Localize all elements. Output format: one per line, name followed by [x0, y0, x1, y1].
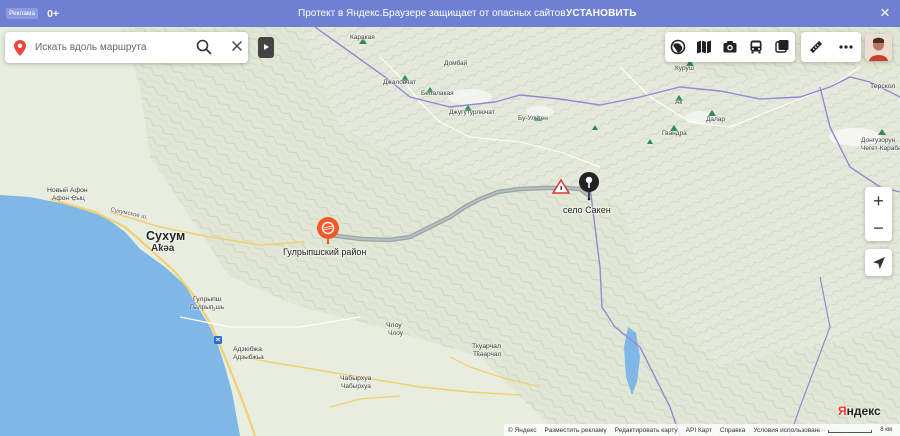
layers-icon [670, 39, 686, 55]
zoom-out-button[interactable]: − [865, 214, 892, 241]
user-avatar-icon [865, 34, 892, 61]
map-label-adzyubzha-abkh: Адзыбжьа [233, 354, 264, 361]
user-avatar[interactable] [865, 34, 892, 61]
route-search-box [5, 32, 248, 63]
logo-first-letter: Я [838, 404, 847, 418]
scale-label: 8 км [880, 427, 892, 433]
map-label-dzhalovchat: Джаловчат [383, 79, 416, 86]
map-label-dombay: Домбай [444, 60, 468, 67]
yandex-maps-app: Реклама 0+ Протект в Яндекс.Браузере защ… [0, 0, 900, 436]
map-label-afon-tsyts: Афон Ҿыц [52, 195, 85, 202]
yandex-logo[interactable]: Яндекс [838, 404, 881, 418]
map-footer: © Яндекс Разместить рекламу Редактироват… [504, 424, 830, 436]
more-icon [839, 45, 853, 49]
transport-button[interactable] [743, 32, 769, 62]
map-label-kurush: Куруш [675, 65, 694, 72]
map-label-dzhuguturlyuchat: Джугутурлючат [449, 109, 495, 116]
map-icon [697, 40, 711, 54]
panorama-button[interactable] [717, 32, 743, 62]
logo-rest: ндекс [846, 404, 881, 418]
promo-banner: Реклама 0+ Протект в Яндекс.Браузере защ… [0, 0, 900, 27]
map-label-sukhum: Сухум [146, 229, 186, 243]
zoom-in-button[interactable]: + [865, 187, 892, 214]
map-label-dalar: Далар [706, 116, 726, 123]
my-location-button[interactable] [865, 249, 892, 276]
map-mode-button[interactable] [691, 32, 717, 62]
map-label-selo-saken: село Сакен [563, 205, 611, 215]
location-arrow-icon [872, 256, 885, 269]
map-base [0, 27, 900, 436]
map-label-cheget: Чегет-Карабаши [861, 145, 900, 152]
map-scale: 8 км [820, 424, 900, 436]
map-label-gulrypsh: Гулрыпш [193, 296, 222, 303]
map-label-terskol: Терскол [870, 83, 896, 90]
age-rating: 0+ [47, 7, 60, 20]
map-toolbar-secondary [801, 32, 861, 62]
footer-terms-link[interactable]: Условия использования [753, 427, 825, 434]
traffic-button[interactable] [769, 32, 795, 62]
traffic-icon [775, 40, 789, 53]
footer-advertise-link[interactable]: Разместить рекламу [544, 427, 606, 434]
panorama-icon [723, 41, 737, 53]
map-label-ak: Ак [675, 99, 683, 106]
footer-api-link[interactable]: API Карт [686, 427, 712, 434]
map-label-chabyrkha: Чабырхуа [340, 375, 372, 382]
footer-edit-map-link[interactable]: Редактировать карту [615, 427, 678, 434]
install-button[interactable]: УСТАНОВИТЬ [566, 8, 637, 19]
map-label-tkuarchal: Ткуарчал [472, 343, 501, 350]
banner-text: Протект в Яндекс.Браузере защищает от оп… [298, 8, 566, 19]
map-label-gulrypsh-abkh: Гылрыҧшь [190, 304, 225, 311]
map-label-akya: Аҟәа [151, 243, 175, 254]
route-search-input[interactable] [35, 38, 185, 57]
map-label-chlou-abkh: Члоу [388, 330, 403, 337]
map-label-adzyubzha: Адзюбжа [233, 346, 262, 353]
ad-tag: Реклама [6, 8, 39, 19]
more-button[interactable] [831, 32, 861, 62]
zoom-controls: + − [865, 187, 892, 241]
map-label-chabyrkha-abkh: Чабырхуа [341, 383, 371, 390]
search-icon[interactable] [196, 39, 212, 55]
map-label-karakaya: Каракая [350, 34, 375, 41]
footer-copyright[interactable]: © Яндекс [508, 427, 536, 434]
map-label-gvandra: Гвандра [662, 130, 687, 137]
map-label-tkuarchal-abkh: Тҟәарчал [473, 351, 502, 358]
banner-close-icon[interactable]: × [880, 4, 890, 21]
map-canvas[interactable]: Каракая Домбай Джаловчат Белалакая Джугу… [0, 27, 900, 436]
map-label-chlou: Члоу [386, 322, 402, 329]
map-label-novy-afon: Новый Афон [47, 187, 88, 194]
ruler-button[interactable] [801, 32, 831, 62]
transport-icon [750, 40, 762, 54]
footer-help-link[interactable]: Справка [720, 427, 746, 434]
map-label-belalakaya: Белалакая [421, 90, 454, 97]
map-label-donguzorun: Донгузорун [861, 137, 896, 144]
map-toolbar [665, 32, 795, 62]
ruler-icon [810, 41, 822, 53]
clear-icon[interactable] [230, 39, 244, 53]
map-label-gulrypsh-district: Гулрыпшский район [283, 247, 367, 257]
map-label-bu-ulgen: Бу-Ульген [518, 115, 548, 122]
layers-button[interactable] [665, 32, 691, 62]
location-pin-icon [14, 40, 26, 56]
collapse-panel-button[interactable] [258, 37, 274, 58]
